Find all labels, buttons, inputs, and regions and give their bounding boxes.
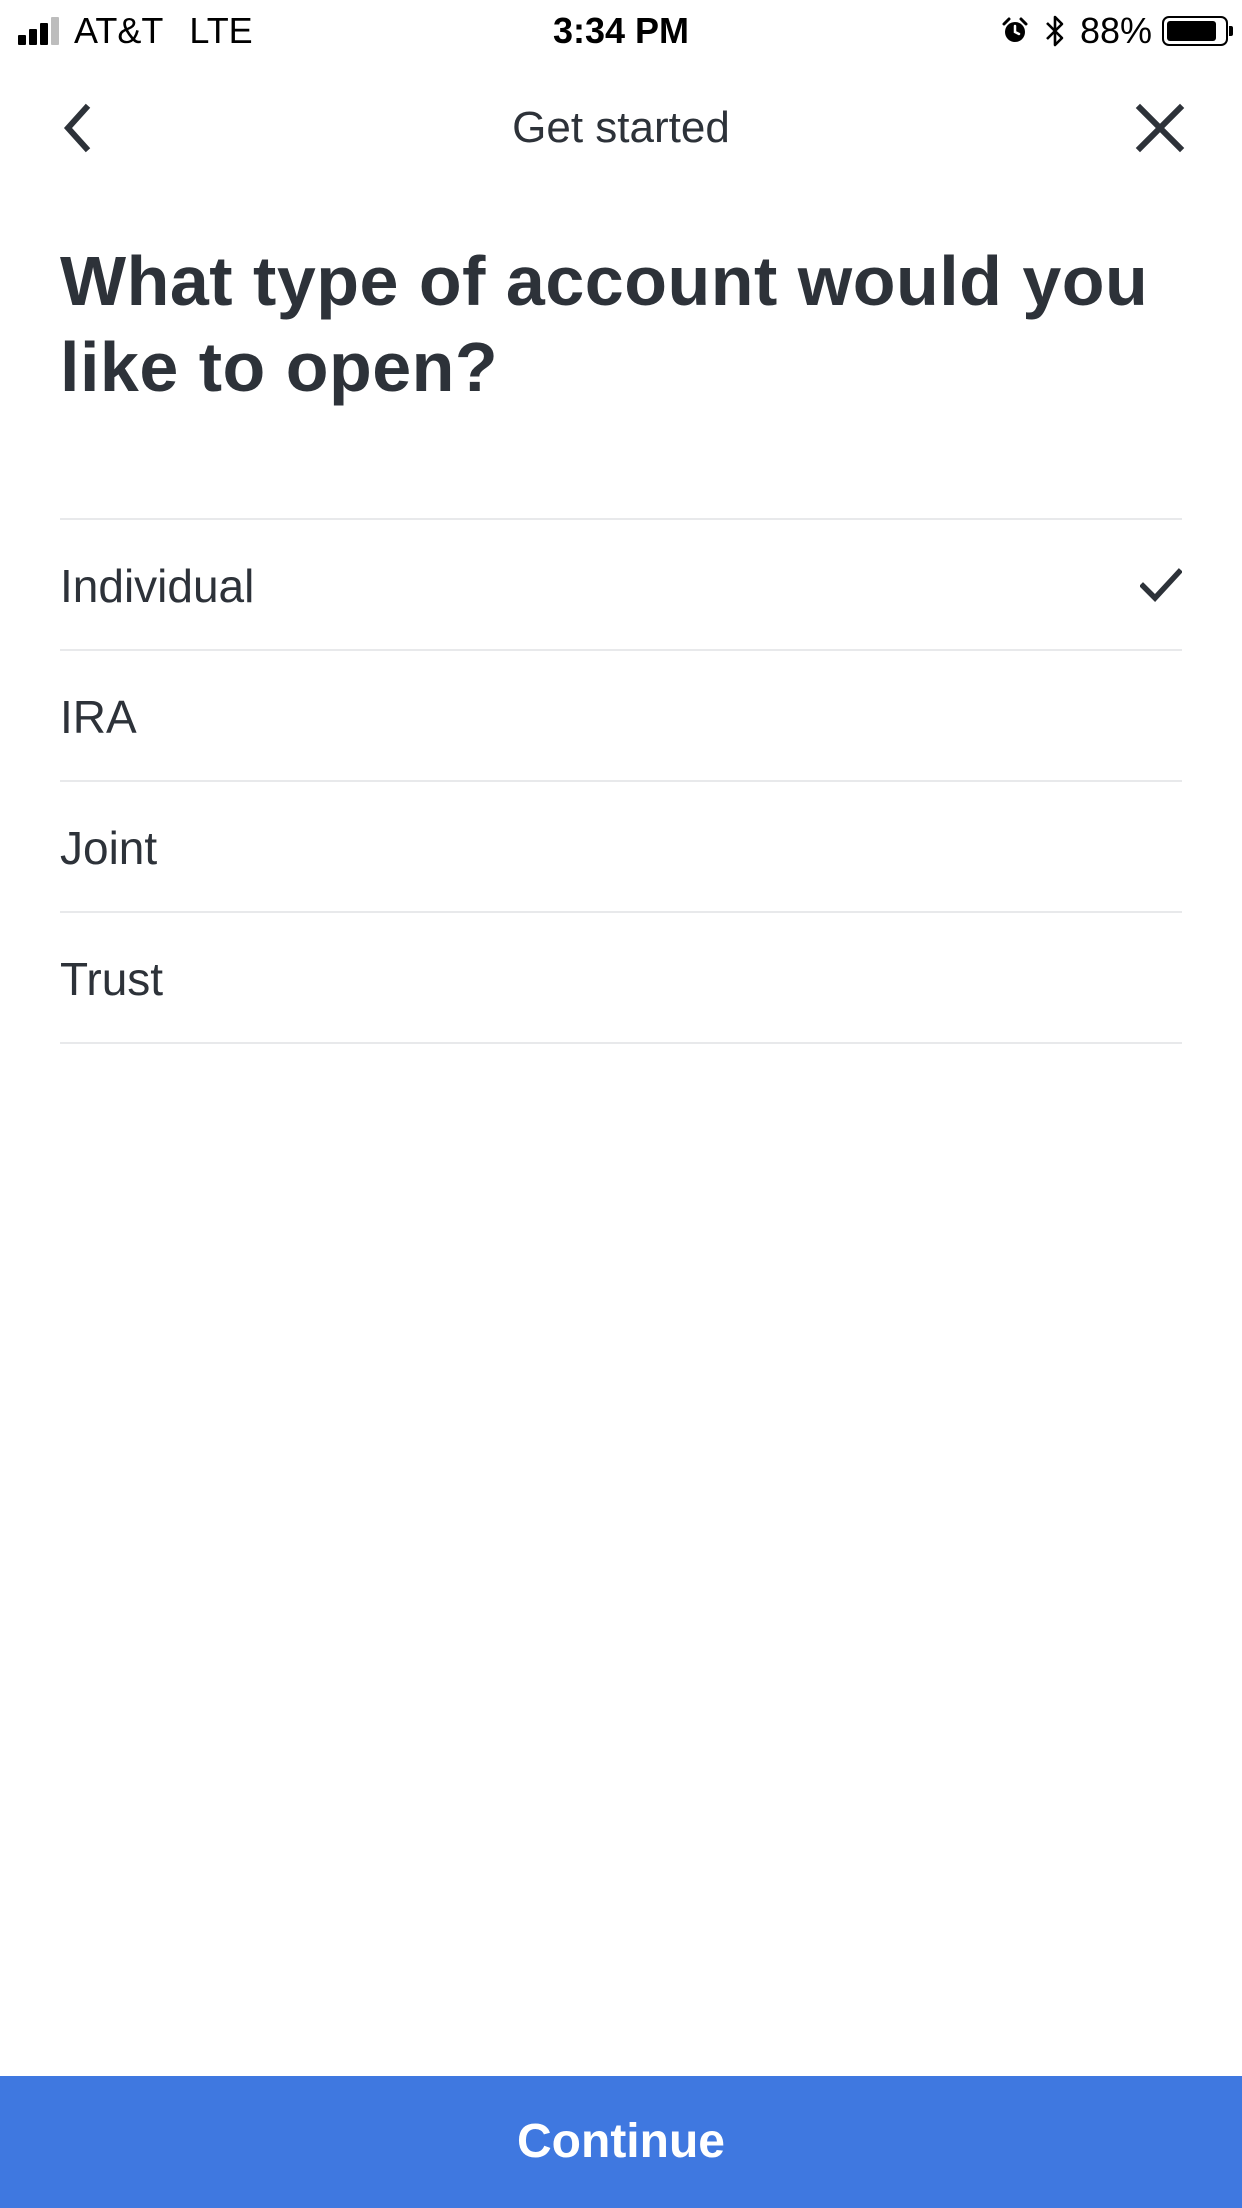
status-bar: AT&T LTE 3:34 PM 88% xyxy=(0,0,1242,62)
page-title: Get started xyxy=(512,103,730,152)
checkmark-icon xyxy=(1140,568,1182,602)
nav-header: Get started xyxy=(0,80,1242,176)
option-joint[interactable]: Joint xyxy=(60,782,1182,913)
account-type-list: Individual IRA Joint Trust xyxy=(60,518,1182,1044)
option-individual[interactable]: Individual xyxy=(60,520,1182,651)
battery-percent: 88% xyxy=(1079,10,1152,51)
continue-button[interactable]: Continue xyxy=(0,2076,1242,2208)
option-label: IRA xyxy=(60,691,137,743)
alarm-icon xyxy=(1002,17,1028,42)
question-heading: What type of account would you like to o… xyxy=(60,242,1149,406)
battery-icon xyxy=(1162,16,1233,46)
battery-fill xyxy=(1167,21,1216,41)
bluetooth-icon xyxy=(1046,15,1064,47)
close-button[interactable] xyxy=(1130,98,1190,158)
status-right: 88% xyxy=(1000,10,1233,52)
option-trust[interactable]: Trust xyxy=(60,913,1182,1044)
option-label: Joint xyxy=(60,822,158,874)
option-label: Trust xyxy=(60,953,164,1005)
close-icon xyxy=(1135,103,1185,153)
option-label: Individual xyxy=(60,560,255,612)
option-ira[interactable]: IRA xyxy=(60,651,1182,782)
